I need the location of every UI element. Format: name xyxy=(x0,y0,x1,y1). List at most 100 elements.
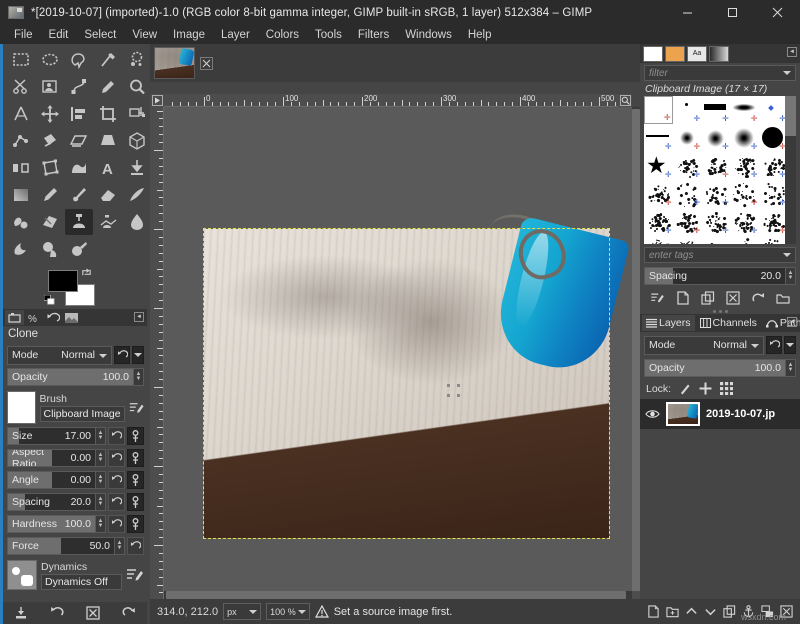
warp-transform-icon[interactable] xyxy=(65,155,93,181)
lock-pixels-icon[interactable] xyxy=(679,383,691,395)
new-layer-group-icon[interactable] xyxy=(666,605,679,618)
fuzzy-select-icon[interactable] xyxy=(94,47,122,73)
duplicate-brush-icon[interactable] xyxy=(701,291,715,305)
ellipse-select-icon[interactable] xyxy=(36,47,64,73)
angle-slider[interactable]: Angle0.00 xyxy=(7,471,96,489)
paintbrush-icon[interactable] xyxy=(65,182,93,208)
delete-tool-preset-icon[interactable] xyxy=(86,606,100,620)
vertical-ruler[interactable] xyxy=(150,107,164,615)
hardness-link-button[interactable] xyxy=(127,515,144,533)
scissors-select-icon[interactable] xyxy=(7,74,35,100)
raise-layer-icon[interactable] xyxy=(685,605,698,618)
menu-view[interactable]: View xyxy=(124,27,165,43)
foreground-color-swatch[interactable] xyxy=(48,270,78,292)
navigation-preview-icon[interactable] xyxy=(618,94,632,107)
lock-alpha-icon[interactable] xyxy=(720,382,733,395)
eraser-icon[interactable] xyxy=(94,182,122,208)
brush-grid-item[interactable]: ✛ xyxy=(644,208,673,236)
force-stepper[interactable]: ▲▼ xyxy=(115,537,125,555)
transform-icon[interactable] xyxy=(123,101,151,127)
brush-dock-menu-button[interactable]: ◄ xyxy=(787,47,797,57)
text-icon[interactable]: A xyxy=(94,155,122,181)
foreground-select-icon[interactable] xyxy=(36,74,64,100)
open-brush-folder-icon[interactable] xyxy=(776,291,790,305)
heal-icon[interactable] xyxy=(36,209,64,235)
eye-icon[interactable] xyxy=(645,408,660,420)
airbrush-icon[interactable] xyxy=(65,236,93,262)
hardness-stepper[interactable]: ▲▼ xyxy=(96,515,106,533)
hardness-slider[interactable]: Hardness100.0 xyxy=(7,515,96,533)
duplicate-layer-icon[interactable] xyxy=(723,605,736,618)
aspect-ratio-reset-button[interactable] xyxy=(108,449,125,467)
brush-grid-item[interactable]: ✛ xyxy=(673,152,702,180)
mode-select[interactable]: Mode Normal xyxy=(7,346,112,365)
tool-options-tab[interactable] xyxy=(5,310,24,325)
flip-icon[interactable] xyxy=(7,155,35,181)
angle-link-button[interactable] xyxy=(127,471,144,489)
menu-windows[interactable]: Windows xyxy=(397,27,460,43)
mode-menu-button[interactable] xyxy=(132,346,144,364)
layer-mode-menu-button[interactable] xyxy=(784,336,796,354)
opacity-stepper[interactable]: ▲▼ xyxy=(134,368,144,386)
opacity-slider[interactable]: Opacity 100.0 xyxy=(7,368,134,386)
paths-icon[interactable] xyxy=(65,74,93,100)
brush-tags-input[interactable]: enter tags xyxy=(644,247,796,263)
patterns-tab[interactable] xyxy=(665,46,685,62)
3d-transform-icon[interactable] xyxy=(123,128,151,154)
refresh-brushes-icon[interactable] xyxy=(751,291,765,305)
brush-grid-item[interactable]: ✛ xyxy=(673,96,702,124)
brush-grid-item[interactable]: ✛ xyxy=(673,124,702,152)
select-by-color-icon[interactable] xyxy=(123,47,151,73)
device-status-tab[interactable]: % xyxy=(24,310,43,325)
dynamics-name-field[interactable]: Dynamics Off xyxy=(41,574,122,590)
force-reset-button[interactable] xyxy=(127,537,144,555)
menu-help[interactable]: Help xyxy=(460,27,500,43)
menu-colors[interactable]: Colors xyxy=(258,27,307,43)
brush-grid-item[interactable]: ✛ xyxy=(644,96,673,124)
maximize-button[interactable] xyxy=(710,0,755,25)
color-picker-icon[interactable] xyxy=(94,74,122,100)
brush-grid-item[interactable]: ✛ xyxy=(730,180,759,208)
crop-icon[interactable] xyxy=(94,101,122,127)
force-slider[interactable]: Force50.0 xyxy=(7,537,115,555)
size-slider[interactable]: Size17.00 xyxy=(7,427,96,445)
brush-grid[interactable]: ✛✛✛✛✛✛✛✛✛✛★✛✛✛✛✛✛✛✛✛✛✛✛✛✛✛✛✛✛✛✛ xyxy=(644,96,796,244)
brush-grid-item[interactable]: ✛ xyxy=(701,236,730,244)
brush-preview[interactable] xyxy=(7,391,36,424)
brush-grid-item[interactable]: ✛ xyxy=(730,124,759,152)
layer-list-item[interactable]: 2019-10-07.jp xyxy=(640,399,800,429)
brush-grid-item[interactable]: ✛ xyxy=(730,236,759,244)
brush-grid-item[interactable]: ✛ xyxy=(644,124,673,152)
layer-mode-reset-button[interactable] xyxy=(766,336,782,354)
unit-select[interactable]: px xyxy=(223,603,261,620)
layers-dock-menu-button[interactable]: ◄ xyxy=(787,317,797,327)
smudge-icon[interactable] xyxy=(123,209,151,235)
brush-grid-item[interactable]: ✛ xyxy=(758,124,787,152)
spacing-stepper[interactable]: ▲▼ xyxy=(96,493,106,511)
layer-opacity-stepper[interactable]: ▲▼ xyxy=(786,359,796,377)
swap-colors-icon[interactable] xyxy=(81,267,92,278)
brush-grid-item[interactable]: ✛ xyxy=(644,180,673,208)
brush-filter-input[interactable]: filter xyxy=(644,65,796,81)
ink-icon[interactable] xyxy=(123,182,151,208)
menu-layer[interactable]: Layer xyxy=(213,27,258,43)
canvas-vertical-scrollbar[interactable] xyxy=(632,107,640,615)
edit-brush-icon[interactable] xyxy=(650,291,665,305)
angle-stepper[interactable]: ▲▼ xyxy=(96,471,106,489)
canvas-image[interactable] xyxy=(204,229,609,538)
handle-transform-icon[interactable] xyxy=(7,128,35,154)
channels-tab[interactable]: Channels xyxy=(696,315,761,331)
perspective-icon[interactable] xyxy=(94,128,122,154)
brush-spacing-stepper[interactable]: ▲▼ xyxy=(786,267,796,285)
new-layer-icon[interactable] xyxy=(647,605,660,618)
save-tool-preset-icon[interactable] xyxy=(14,606,28,620)
brush-grid-item[interactable]: ✛ xyxy=(758,96,787,124)
perspective-clone-icon[interactable] xyxy=(94,209,122,235)
spacing-link-button[interactable] xyxy=(127,493,144,511)
gradients-tab[interactable] xyxy=(709,46,729,62)
brush-grid-item[interactable]: ✛ xyxy=(701,208,730,236)
size-reset-button[interactable] xyxy=(108,427,125,445)
menu-file[interactable]: File xyxy=(6,27,41,43)
spacing-slider[interactable]: Spacing20.0 xyxy=(7,493,96,511)
images-tab[interactable] xyxy=(62,310,81,325)
